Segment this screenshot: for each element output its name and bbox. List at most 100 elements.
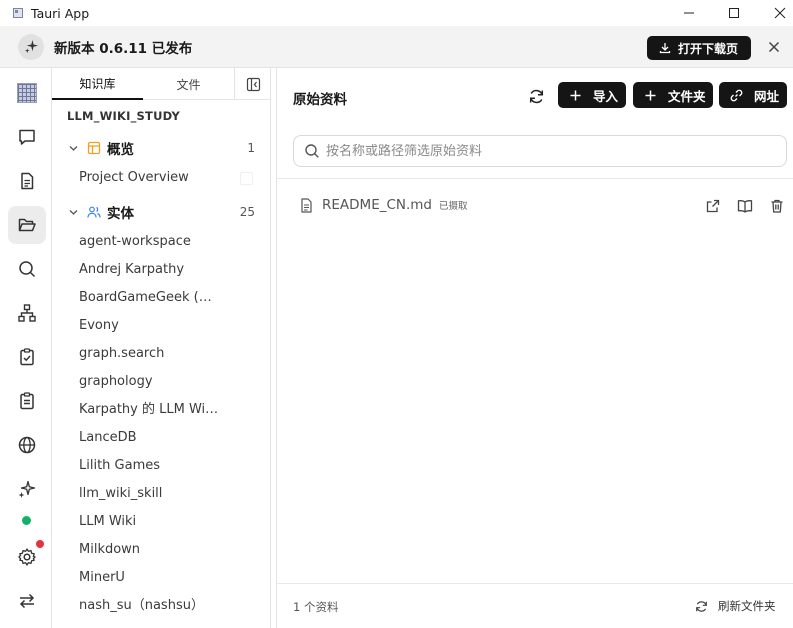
banner-icon-wrap [18, 33, 44, 60]
app-logo[interactable] [8, 74, 46, 112]
notification-dot [36, 540, 44, 548]
main-header: 原始资料 导入 文件夹 网址 [277, 68, 793, 123]
nav-rail [0, 68, 52, 628]
refresh-icon[interactable] [528, 88, 545, 105]
open-download-page-button[interactable]: 打开下载页 [647, 36, 751, 60]
nav-ai[interactable] [8, 470, 46, 508]
tree-item[interactable]: LanceDB [79, 426, 259, 450]
tree-item[interactable]: Evony [79, 314, 259, 338]
minimize-icon [683, 7, 695, 19]
banner-text: 新版本 0.6.11 已发布 [54, 40, 193, 57]
divider [277, 178, 793, 179]
tree-group-overview[interactable]: 概览 1 [52, 136, 271, 160]
nav-review[interactable] [8, 338, 46, 376]
trash-icon[interactable] [769, 198, 785, 214]
swap-arrows-icon [17, 591, 37, 611]
tree-item[interactable]: Karpathy 的 LLM Wiki 方法 [79, 398, 223, 422]
group-label: 实体 [107, 206, 134, 222]
close-icon [774, 7, 786, 19]
nav-search[interactable] [8, 250, 46, 288]
download-icon [659, 42, 671, 54]
maximize-button[interactable] [711, 0, 757, 26]
nav-documents[interactable] [8, 162, 46, 200]
clipboard-check-icon [17, 347, 37, 367]
add-folder-button[interactable]: 文件夹 [633, 82, 713, 108]
layout-icon [87, 141, 101, 155]
nav-tasks[interactable] [8, 382, 46, 420]
close-banner-icon[interactable] [767, 40, 781, 54]
tree-item[interactable]: BoardGameGeek (BoardGameGeek) [79, 286, 219, 310]
source-count: 1 个资料 [293, 600, 339, 614]
nav-switch[interactable] [8, 582, 46, 620]
tree-item[interactable]: nash_su（nashsu） [79, 594, 259, 618]
window-title: Tauri App [31, 5, 90, 21]
chevron-down-icon [68, 143, 79, 154]
chat-icon [17, 127, 37, 147]
logo-icon [17, 83, 37, 103]
item-badge [240, 172, 253, 185]
clipboard-list-icon [17, 391, 37, 411]
refresh-icon [695, 600, 708, 613]
tree-item[interactable]: agent-workspace [79, 230, 259, 254]
status-online-dot [22, 516, 31, 525]
sparkle-icon [24, 39, 39, 54]
tree-item[interactable]: graph.search [79, 342, 259, 366]
file-icon [299, 197, 314, 213]
group-label: 概览 [107, 142, 134, 158]
search-icon [17, 259, 37, 279]
group-count: 1 [247, 141, 255, 155]
tree-item[interactable]: MinerU [79, 566, 259, 590]
tree-group-entities[interactable]: 实体 25 [52, 200, 271, 224]
project-name: LLM_WIKI_STUDY [67, 109, 181, 123]
app-icon [13, 8, 23, 18]
minimize-button[interactable] [666, 0, 712, 26]
import-button[interactable]: 导入 [558, 82, 626, 108]
tree-item[interactable]: Milkdown [79, 538, 259, 562]
folder-label: 文件夹 [668, 88, 706, 104]
group-count: 25 [239, 205, 255, 219]
ingest-status: 已摄取 [439, 201, 468, 212]
filter-search-box[interactable] [293, 135, 787, 167]
tree-item[interactable]: llm_wiki_skill [79, 482, 259, 506]
url-label: 网址 [754, 88, 780, 104]
page-title: 原始资料 [293, 92, 347, 108]
maximize-icon [728, 7, 740, 19]
globe-icon [17, 435, 37, 455]
refresh-folder-label: 刷新文件夹 [718, 599, 776, 613]
download-label: 打开下载页 [678, 41, 739, 56]
update-banner: 新版本 0.6.11 已发布 打开下载页 [0, 26, 793, 68]
file-row[interactable]: README_CN.md 已摄取 [277, 190, 793, 220]
main-footer: 1 个资料 刷新文件夹 [277, 583, 793, 628]
file-name: README_CN.md [322, 197, 433, 213]
refresh-folder-button[interactable]: 刷新文件夹 [695, 598, 776, 614]
document-icon [17, 171, 37, 191]
raw-sources-main: 原始资料 导入 文件夹 网址 README_CN.md 已摄取 1 个资料 [276, 68, 793, 628]
nav-chat[interactable] [8, 118, 46, 156]
tab-knowledge-base[interactable]: 知识库 [52, 68, 143, 100]
filter-input[interactable] [326, 143, 766, 159]
gear-icon [17, 547, 37, 567]
collapse-sidebar-button[interactable] [234, 68, 271, 100]
tab-files[interactable]: 文件 [143, 68, 234, 100]
nav-graph[interactable] [8, 294, 46, 332]
open-book-icon[interactable] [737, 198, 753, 214]
knowledge-panel: 知识库 文件 LLM_WIKI_STUDY 概览 1 Project Overv… [52, 68, 271, 628]
nav-web[interactable] [8, 426, 46, 464]
title-bar: Tauri App [0, 0, 793, 26]
folder-open-icon [17, 215, 37, 235]
network-icon [17, 303, 37, 323]
plus-icon [644, 89, 657, 102]
tree-item[interactable]: LLM Wiki [79, 510, 259, 534]
tree-item[interactable]: graphology [79, 370, 259, 394]
tree-item[interactable]: Project Overview [79, 166, 259, 190]
external-link-icon[interactable] [705, 198, 721, 214]
nav-raw-sources[interactable] [8, 206, 46, 244]
panel-tabs: 知识库 文件 [52, 68, 271, 100]
tree-item[interactable]: Lilith Games [79, 454, 259, 478]
tree-item[interactable]: Andrej Karpathy [79, 258, 259, 282]
add-url-button[interactable]: 网址 [719, 82, 787, 108]
close-window-button[interactable] [757, 0, 793, 26]
chevron-down-icon [68, 207, 79, 218]
sparkles-icon [17, 479, 37, 499]
users-icon [87, 205, 101, 219]
